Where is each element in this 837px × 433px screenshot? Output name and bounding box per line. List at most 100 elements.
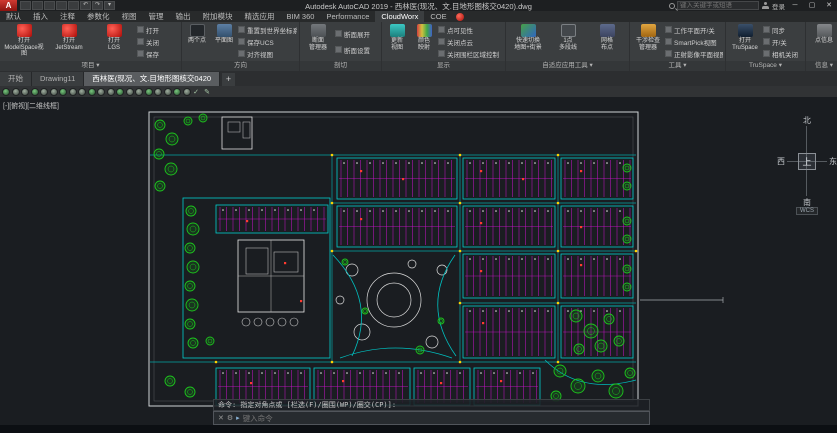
compass-west[interactable]: 西 [777, 156, 785, 167]
view-compass[interactable]: 北 西 东 南 上 WCS [777, 115, 837, 215]
dock-tool-icon[interactable] [164, 88, 172, 96]
tab-performance[interactable]: Performance [320, 11, 375, 22]
tab-manage[interactable]: 管理 [143, 11, 170, 22]
point-info-button[interactable]: 点信息 [808, 23, 837, 60]
ortho-image-button[interactable]: 正射影像平面视图 [665, 48, 723, 59]
slice-settings-button[interactable]: 断面设置 [335, 44, 379, 55]
dock-tool-icon[interactable] [173, 88, 181, 96]
open-lgs-button[interactable]: 打开 LGS [92, 23, 136, 60]
command-close-icon[interactable]: ✕ [218, 414, 224, 422]
compass-north[interactable]: 北 [803, 115, 811, 126]
new-icon[interactable] [20, 1, 31, 10]
open-jetstream-button[interactable]: 打开 JetStream [47, 23, 91, 60]
tab-insert[interactable]: 插入 [27, 11, 54, 22]
reset-wcs-button[interactable]: 重置到世界坐标系 [238, 24, 297, 35]
close-button[interactable]: ✕ [822, 0, 836, 11]
redo-icon[interactable]: ↷ [92, 1, 103, 10]
dock-tool-icon[interactable] [78, 88, 86, 96]
dock-tool-icon[interactable] [88, 88, 96, 96]
grid-points-button[interactable]: 网格 布点 [588, 23, 626, 60]
dock-tool-icon[interactable] [183, 88, 191, 96]
compass-up-face[interactable]: 上 [798, 153, 816, 170]
clash-manager-button[interactable]: 干涉检查 管理器 [632, 23, 664, 60]
dock-tool-icon[interactable] [135, 88, 143, 96]
truspace-toggle-button[interactable]: 开/关 [763, 36, 803, 47]
command-customize-icon[interactable]: ⚙ [227, 414, 233, 422]
file-tab-start[interactable]: 开始 [0, 72, 32, 86]
save-ucs-button[interactable]: 保存UCS [238, 36, 297, 47]
tab-annotate[interactable]: 注释 [54, 11, 81, 22]
edit-tool-icon[interactable]: ✎ [202, 88, 213, 96]
qat-dropdown-icon[interactable]: ▾ [104, 1, 115, 10]
project-open-button[interactable]: 打开 [137, 24, 173, 35]
model-space-viewport[interactable]: [-][俯视][二维线框] 北 西 东 南 上 WCS [0, 97, 837, 433]
project-close-button[interactable]: 关闭 [137, 36, 173, 47]
panel-label-tools[interactable]: 工具 ▾ [630, 61, 725, 71]
map-streetview-button[interactable]: 快速切换 地图+街景 [508, 23, 548, 60]
dock-tool-icon[interactable] [154, 88, 162, 96]
plan-view-button[interactable]: 平面图 [211, 23, 237, 60]
command-input[interactable] [243, 414, 645, 423]
slice-expand-button[interactable]: 断面展开 [335, 28, 379, 39]
tab-bim360[interactable]: BIM 360 [281, 11, 321, 22]
dock-tool-icon[interactable] [69, 88, 77, 96]
update-view-button[interactable]: 更新 视图 [384, 23, 410, 60]
tab-output[interactable]: 输出 [170, 11, 197, 22]
workplane-toggle-button[interactable]: 工作平面开/关 [665, 24, 723, 35]
plugin-red-icon[interactable] [456, 13, 464, 21]
dock-tool-icon[interactable] [50, 88, 58, 96]
panel-label-info[interactable]: 信息 ▾ [806, 61, 837, 71]
minimize-button[interactable]: ─ [788, 0, 802, 11]
dock-tool-icon[interactable] [21, 88, 29, 96]
panel-label-truspace[interactable]: TruSpace ▾ [726, 61, 805, 71]
tab-parametric[interactable]: 参数化 [81, 11, 116, 22]
project-save-button[interactable]: 保存 [137, 48, 173, 59]
dock-tool-icon[interactable] [145, 88, 153, 96]
tab-addins[interactable]: 附加模块 [197, 11, 239, 22]
fence-region-button[interactable]: 关闭围栏区域控制 [438, 48, 503, 59]
file-tab-active-drawing[interactable]: 西林医(现况、文.目地形图核交0420 [84, 72, 220, 86]
align-view-button[interactable]: 对齐视图 [238, 48, 297, 59]
cad-drawing[interactable] [0, 97, 837, 433]
tab-view[interactable]: 视图 [116, 11, 143, 22]
dock-tool-icon[interactable] [2, 88, 10, 96]
tab-featured-apps[interactable]: 精选应用 [239, 11, 281, 22]
dock-tool-icon[interactable] [97, 88, 105, 96]
dock-tool-icon[interactable] [116, 88, 124, 96]
maximize-button[interactable]: ▢ [805, 0, 819, 11]
coordinate-system-menu[interactable]: WCS [796, 207, 818, 215]
open-icon[interactable] [32, 1, 43, 10]
dock-tool-icon[interactable] [59, 88, 67, 96]
undo-icon[interactable]: ↶ [80, 1, 91, 10]
dock-tool-icon[interactable] [40, 88, 48, 96]
color-map-button[interactable]: 颜色 映射 [411, 23, 437, 60]
slice-manager-button[interactable]: 断面 管理器 [302, 23, 334, 60]
dock-tool-icon[interactable] [126, 88, 134, 96]
dock-tool-icon[interactable] [107, 88, 115, 96]
panel-label-project[interactable]: 项目 ▾ [0, 61, 181, 71]
app-menu-button[interactable]: A [0, 0, 17, 11]
plot-icon[interactable] [68, 1, 79, 10]
panel-label-orientation[interactable]: 方向 [182, 61, 299, 71]
dock-tool-icon[interactable] [12, 88, 20, 96]
camera-off-button[interactable]: 相机关闭 [763, 48, 803, 59]
viewport-controls[interactable]: [-][俯视][二维线框] [3, 101, 59, 111]
tab-cloudworx[interactable]: CloudWorx [375, 11, 424, 22]
open-truspace-button[interactable]: 打开 TruSpace [728, 23, 762, 60]
search-input[interactable] [677, 1, 759, 10]
sync-button[interactable]: 同步 [763, 24, 803, 35]
check-tool-icon[interactable]: ✓ [191, 88, 202, 96]
one-point-polyline-button[interactable]: 1点 多段线 [549, 23, 587, 60]
file-tab-drawing11[interactable]: Drawing11 [32, 72, 84, 86]
dock-tool-icon[interactable] [31, 88, 39, 96]
compass-east[interactable]: 东 [829, 156, 837, 167]
save-icon[interactable] [44, 1, 55, 10]
point-visibility-button[interactable]: 点可见性 [438, 24, 503, 35]
sign-in-label[interactable]: 登录 [772, 1, 785, 11]
new-drawing-tab-button[interactable]: + [222, 73, 235, 86]
panel-label-slice[interactable]: 剖切 [300, 61, 381, 71]
smartpick-view-button[interactable]: SmartPick视图 [665, 36, 723, 47]
panel-label-adaptive-tools[interactable]: 自适应应用工具 ▾ [506, 61, 629, 71]
open-modelspace-view-button[interactable]: 打开 ModelSpace视图 [2, 23, 46, 60]
panel-label-display[interactable]: 显示 [382, 61, 505, 71]
